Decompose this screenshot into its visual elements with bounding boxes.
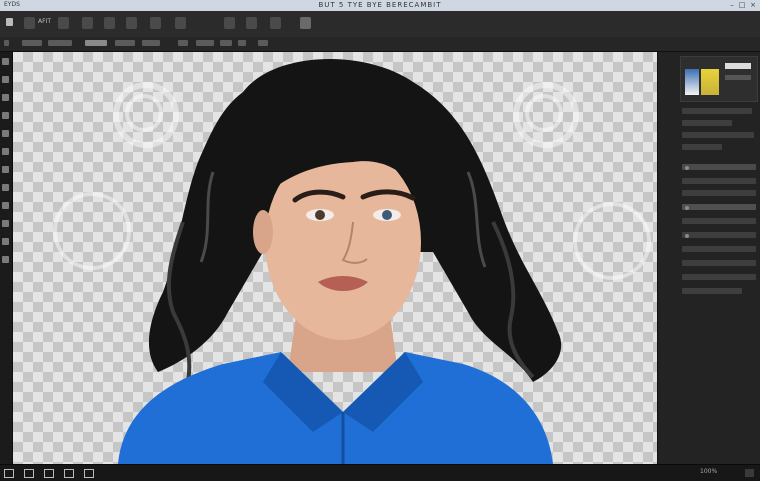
status-icon[interactable]: [64, 469, 74, 478]
option-control[interactable]: [220, 40, 232, 46]
panel-row[interactable]: [682, 246, 756, 252]
option-control[interactable]: [48, 40, 72, 46]
maximize-icon[interactable]: □: [738, 1, 746, 9]
marquee-tool-icon[interactable]: [2, 76, 9, 83]
navigator-panel: [680, 56, 758, 102]
view-icon[interactable]: [175, 17, 186, 29]
option-control[interactable]: [22, 40, 42, 46]
tools-panel: [0, 52, 13, 464]
option-control[interactable]: [196, 40, 214, 46]
option-control[interactable]: [238, 40, 246, 46]
select-icon[interactable]: [126, 17, 137, 29]
panel-row[interactable]: [682, 232, 756, 238]
visibility-icon[interactable]: [685, 234, 689, 238]
status-bar: 100%: [0, 464, 760, 481]
lasso-tool-icon[interactable]: [2, 94, 9, 101]
status-icon[interactable]: [84, 469, 94, 478]
option-control[interactable]: [85, 40, 107, 46]
panel-field[interactable]: [725, 63, 751, 69]
shape-tool-icon[interactable]: [2, 220, 9, 227]
menu-bar: AFIT: [0, 11, 760, 38]
move-tool-icon[interactable]: [2, 58, 9, 65]
app-logo-icon[interactable]: [6, 18, 13, 26]
panel-row[interactable]: [682, 108, 752, 114]
panel-row[interactable]: [682, 164, 756, 170]
filter-icon[interactable]: [150, 17, 161, 29]
portrait-image: [118, 59, 562, 464]
options-bar: [0, 37, 760, 52]
zoom-tool-icon[interactable]: [2, 256, 9, 263]
panel-field[interactable]: [725, 75, 751, 80]
minimize-icon[interactable]: –: [728, 1, 736, 9]
option-control[interactable]: [142, 40, 160, 46]
status-icon[interactable]: [24, 469, 34, 478]
option-control[interactable]: [258, 40, 268, 46]
option-control[interactable]: [178, 40, 188, 46]
image-icon[interactable]: [82, 17, 93, 29]
menu-item[interactable]: AFIT: [38, 18, 51, 25]
hand-tool-icon[interactable]: [2, 238, 9, 245]
eraser-tool-icon[interactable]: [2, 148, 9, 155]
file-icon[interactable]: [24, 17, 35, 29]
crop-tool-icon[interactable]: [2, 112, 9, 119]
color-swatch[interactable]: [685, 69, 699, 95]
status-slider[interactable]: [745, 469, 754, 477]
panel-row[interactable]: [682, 132, 754, 138]
title-bar: EYDS BUT 5 TYE BYE BERECAMBIT – □ ×: [0, 0, 760, 11]
panel-row[interactable]: [682, 288, 742, 294]
brush-tool-icon[interactable]: [2, 130, 9, 137]
panel-row[interactable]: [682, 120, 732, 126]
status-icon[interactable]: [4, 469, 14, 478]
panel-icon[interactable]: [300, 17, 311, 29]
document-canvas[interactable]: [13, 52, 657, 464]
option-control[interactable]: [115, 40, 135, 46]
option-control[interactable]: [4, 40, 9, 46]
panel-row[interactable]: [682, 190, 756, 196]
visibility-icon[interactable]: [685, 206, 689, 210]
text-tool-icon[interactable]: [2, 184, 9, 191]
panel-row[interactable]: [682, 178, 756, 184]
status-icon[interactable]: [44, 469, 54, 478]
panel-row[interactable]: [682, 218, 756, 224]
zoom-readout: 100%: [700, 468, 718, 475]
pen-tool-icon[interactable]: [2, 202, 9, 209]
panel-row[interactable]: [682, 260, 756, 266]
visibility-icon[interactable]: [685, 166, 689, 170]
panel-row[interactable]: [682, 204, 756, 210]
window-title: BUT 5 TYE BYE BERECAMBIT: [318, 1, 442, 9]
layer-icon[interactable]: [104, 17, 115, 29]
panel-row[interactable]: [682, 144, 722, 150]
panel-row[interactable]: [682, 274, 756, 280]
window-icon[interactable]: [224, 17, 235, 29]
close-icon[interactable]: ×: [749, 1, 757, 9]
gradient-tool-icon[interactable]: [2, 166, 9, 173]
help-icon[interactable]: [246, 17, 257, 29]
tool-icon[interactable]: [270, 17, 281, 29]
color-swatch[interactable]: [701, 69, 719, 95]
edit-icon[interactable]: [58, 17, 69, 29]
